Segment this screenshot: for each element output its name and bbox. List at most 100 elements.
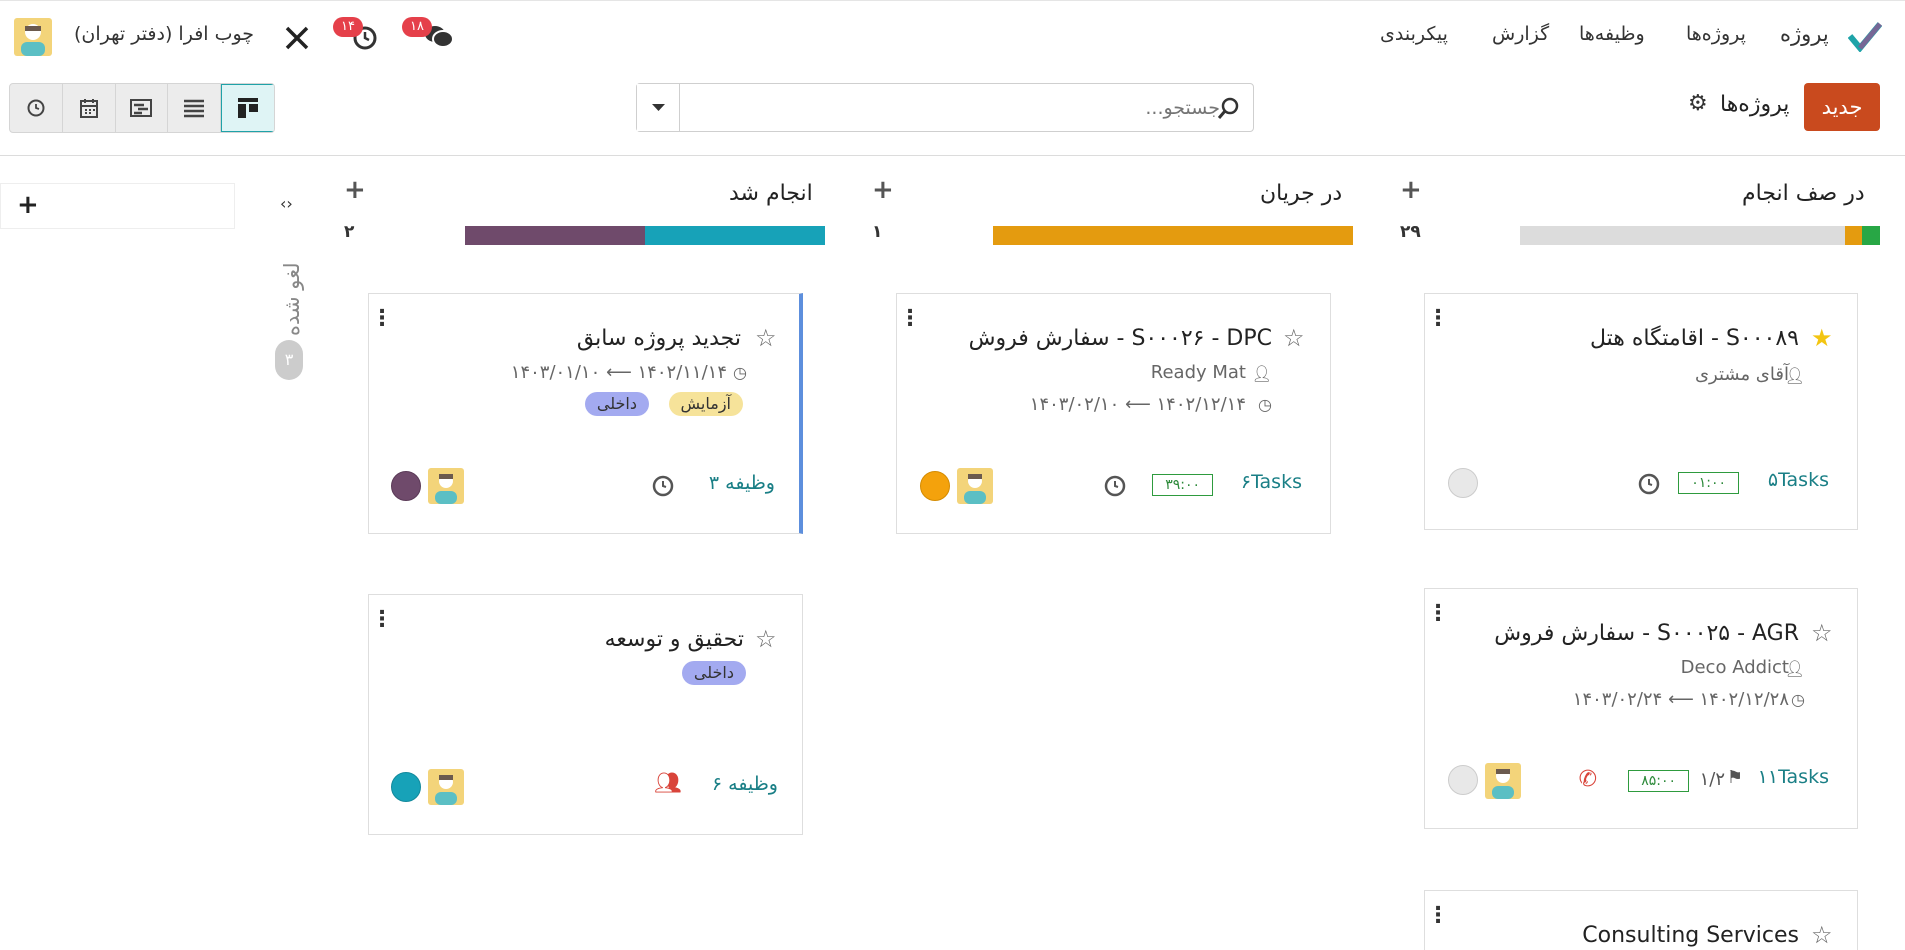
activity-view-button[interactable] [10,84,63,132]
top-navbar: پروژه پروژه‌ها وظیفه‌ها گزارش پیکربندی ۱… [0,0,1905,70]
unfold-column-icon[interactable]: ‹› [280,194,293,213]
favorite-star-icon[interactable]: ☆ [1283,324,1305,352]
project-card[interactable]: ⋮ ☆ S۰۰۰۲۵ - AGR - سفارش فروش Deco Addic… [1424,588,1858,829]
card-title: S۰۰۰۲۵ - AGR - سفارش فروش [1494,621,1799,646]
project-card[interactable]: ⋮ ☆ Consulting Services [1424,890,1858,950]
project-card[interactable]: ⋮ ☆ S۰۰۰۲۶ - DPC - سفارش فروش Ready Mat … [896,293,1331,534]
status-circle[interactable] [1448,468,1478,498]
assignee-avatar[interactable] [957,468,993,504]
card-customer: آقای مشتری [1694,364,1789,385]
app-logo-icon[interactable] [1847,22,1883,53]
status-circle[interactable] [391,772,421,802]
card-tasks-link[interactable]: ۶Tasks [1241,471,1302,493]
tag-internal: داخلی [584,392,649,416]
project-card[interactable]: ⋮ ★ S۰۰۰۸۹ - اقامتگاه هتل آقای مشتری 👤︎ … [1424,293,1858,530]
folded-column-title: لغو شده [280,262,304,336]
card-menu-icon[interactable]: ⋮ [1427,603,1449,625]
calendar-clock-icon: ◷ [733,363,747,382]
column-count-done: ۲ [344,222,355,242]
menu-tasks[interactable]: وظیفه‌ها [1579,23,1645,45]
column-title-todo[interactable]: در صف انجام [1742,181,1865,206]
search-icon[interactable] [1217,96,1241,124]
progress-bar-in-progress[interactable] [993,226,1353,245]
favorite-star-icon[interactable]: ☆ [755,324,777,352]
search-input[interactable] [682,92,1222,124]
column-title-done[interactable]: انجام شد [729,181,813,206]
assignee-avatar[interactable] [428,468,464,504]
status-circle[interactable] [1448,765,1478,795]
card-menu-icon[interactable]: ⋮ [371,609,393,631]
tools-icon[interactable] [284,25,310,51]
card-tasks-link[interactable]: ۱۱Tasks [1758,766,1829,788]
progress-orange[interactable] [1845,226,1862,245]
status-circle[interactable] [920,471,950,501]
company-switcher[interactable]: چوب افرا (دفتر تهران) [74,23,254,45]
column-count-in-progress: ۱ [872,222,883,242]
activities-badge: ۱۴ [333,17,363,37]
phone-icon[interactable]: ✆ [1579,767,1597,792]
assignee-avatar[interactable] [1485,763,1521,799]
card-tasks-link[interactable]: ۵Tasks [1768,469,1829,491]
card-customer: Deco Addict [1680,657,1789,678]
project-card[interactable]: ⋮ ☆ تحقیق و توسعه داخلی ۶ وظیفه 👥︎ [368,594,803,835]
add-column-plus-icon[interactable]: + [17,190,39,220]
folded-column-count: ۳ [275,340,303,380]
card-title: Consulting Services [1582,923,1799,948]
card-tasks-link[interactable]: ۳ وظیفه [709,472,775,494]
favorite-star-icon[interactable]: ☆ [755,625,777,653]
list-view-button[interactable] [168,84,222,132]
menu-projects[interactable]: پروژه‌ها [1686,23,1746,45]
gantt-view-button[interactable] [116,84,169,132]
card-title: S۰۰۰۲۶ - DPC - سفارش فروش [968,326,1272,351]
activity-clock-icon[interactable] [1637,472,1661,500]
activity-clock-icon[interactable] [651,474,675,502]
new-button[interactable]: جدید [1804,83,1880,131]
card-menu-icon[interactable]: ⋮ [1427,905,1449,927]
card-menu-icon[interactable]: ⋮ [371,308,393,330]
user-avatar[interactable] [14,18,52,56]
tag-test: آزمایش [668,392,743,416]
progress-teal[interactable] [645,226,825,245]
app-name[interactable]: پروژه [1780,22,1829,46]
view-switcher [9,83,275,133]
calendar-clock-icon: ◷ [1258,395,1272,414]
activity-clock-icon[interactable] [1103,474,1127,502]
progress-bar-todo[interactable] [1520,226,1880,245]
favorite-star-icon[interactable]: ☆ [1811,619,1833,647]
add-column-area[interactable]: + [0,183,235,229]
favorite-star-icon[interactable]: ★ [1811,324,1833,352]
folded-column-cancelled[interactable]: لغو شده ۳ [272,230,308,380]
card-menu-icon[interactable]: ⋮ [1427,308,1449,330]
status-circle[interactable] [391,471,421,501]
progress-green[interactable] [1862,226,1880,245]
card-tasks-link[interactable]: ۶ وظیفه [712,773,778,795]
card-customer: Ready Mat [1150,362,1246,383]
card-time-badge: ۰۱:۰۰ [1678,472,1739,494]
project-card[interactable]: ⋮ ☆ تجدید پروژه سابق ۱۴۰۲/۱۱/۱۴ ⟵ ۱۴۰۳/۰… [368,293,803,534]
menu-reporting[interactable]: گزارش [1492,23,1549,45]
gear-icon[interactable]: ⚙ [1688,91,1708,116]
card-dates: ۱۴۰۲/۱۲/۱۴ ⟵ ۱۴۰۳/۰۲/۱۰ [1029,394,1246,415]
calendar-clock-icon: ◷ [1791,690,1805,709]
favorite-star-icon[interactable]: ☆ [1811,921,1833,949]
column-count-todo: ۲۹ [1400,222,1421,242]
search-options-toggle[interactable] [637,84,680,131]
progress-bar-done[interactable] [465,226,825,245]
quick-create-in-progress-button[interactable]: + [872,175,894,205]
card-title: تحقیق و توسعه [604,627,744,652]
calendar-view-button[interactable] [63,84,116,132]
quick-create-done-button[interactable]: + [344,175,366,205]
card-dates: ۱۴۰۲/۱۱/۱۴ ⟵ ۱۴۰۳/۰۱/۱۰ [510,362,727,383]
tag-internal: داخلی [681,661,746,685]
card-time-badge: ۸۵:۰۰ [1628,770,1689,792]
card-dates: ۱۴۰۲/۱۲/۲۸ ⟵ ۱۴۰۳/۰۲/۲۴ [1572,689,1789,710]
assignee-avatar[interactable] [428,769,464,805]
kanban-view-button[interactable] [221,84,274,132]
column-title-in-progress[interactable]: در جریان [1260,181,1342,206]
progress-purple[interactable] [465,226,645,245]
card-menu-icon[interactable]: ⋮ [899,308,921,330]
menu-configuration[interactable]: پیکربندی [1380,23,1448,45]
quick-create-todo-button[interactable]: + [1400,175,1422,205]
card-milestone: ۱/۲ [1699,769,1725,790]
collaborators-icon[interactable]: 👥︎ [654,771,682,796]
